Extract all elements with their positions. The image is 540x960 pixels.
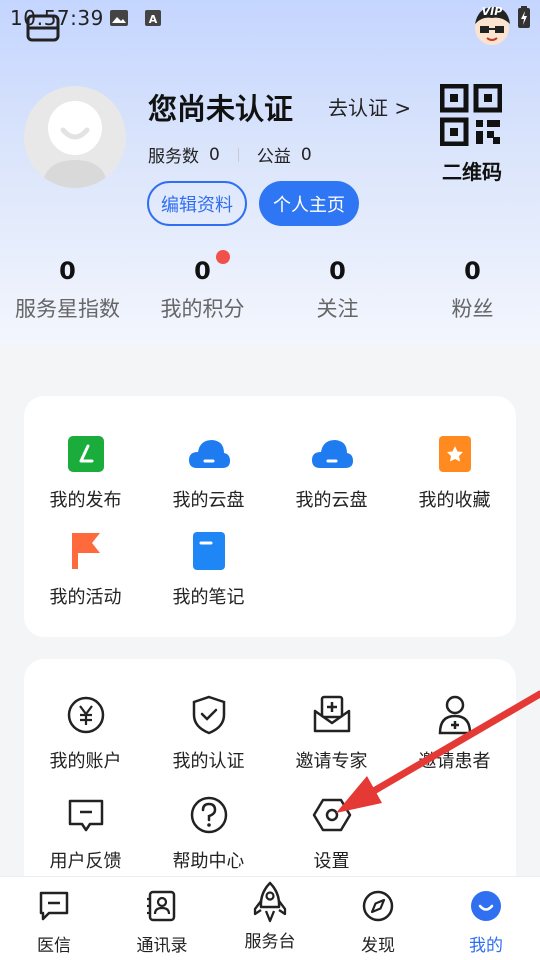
flag-icon (71, 533, 100, 569)
item-label: 我的笔记 (172, 587, 245, 608)
nav-label: 发现 (361, 936, 395, 956)
item-label: 我的认证 (172, 751, 245, 772)
item-label: 用户反馈 (49, 851, 122, 872)
image-notification-icon (110, 10, 128, 26)
invite-expert-icon (313, 695, 350, 733)
feedback-icon (68, 799, 103, 832)
avatar[interactable] (24, 86, 126, 188)
my-favorites-item[interactable]: 我的收藏 (393, 432, 516, 512)
stat-points[interactable]: 0 我的积分 (135, 255, 270, 323)
nav-item-messages[interactable]: 医信 (0, 877, 108, 956)
meta-divider (237, 147, 239, 162)
yuan-icon (67, 696, 104, 734)
nav-label: 通讯录 (136, 936, 188, 956)
services-count: 0 (209, 144, 220, 165)
charity-count: 0 (300, 144, 312, 165)
vip-avatar-icon[interactable]: VIP (466, 2, 518, 46)
my-activities-item[interactable]: 我的活动 (24, 529, 147, 609)
item-label: 邀请患者 (418, 751, 491, 772)
rocket-icon (253, 881, 287, 923)
services-label: 服务数 (148, 147, 199, 167)
my-cloud-item[interactable]: 我的云盘 (147, 432, 270, 512)
homepage-button[interactable]: 个人主页 (259, 181, 359, 226)
charity-label: 公益 (256, 147, 291, 167)
profile-name: 您尚未认证 (148, 92, 294, 126)
nav-label: 服务台 (244, 932, 296, 952)
item-label: 我的活动 (49, 587, 122, 608)
message-icon (39, 891, 69, 921)
cloud-icon (311, 440, 353, 468)
stat-label: 粉丝 (451, 297, 494, 321)
settings-icon (312, 798, 351, 832)
stats-row: 0 服务星指数 0 我的积分 0 关注 0 粉丝 (0, 255, 540, 330)
invite-patient-icon (438, 695, 471, 735)
publish-icon (67, 436, 104, 472)
item-label: 我的发布 (49, 490, 122, 511)
nav-item-contacts[interactable]: 通讯录 (108, 877, 216, 956)
invite-patient-item[interactable]: 邀请患者 (393, 693, 516, 773)
stat-service-stars[interactable]: 0 服务星指数 (0, 255, 135, 323)
stat-label: 服务星指数 (15, 297, 120, 321)
my-notes-item[interactable]: 我的笔记 (147, 529, 270, 609)
points-notification-dot (216, 250, 230, 264)
stat-label: 我的积分 (160, 297, 245, 321)
item-label: 我的云盘 (295, 490, 368, 511)
item-label: 我的云盘 (172, 490, 245, 511)
nav-item-me[interactable]: 我的 (432, 877, 540, 956)
note-icon (192, 532, 225, 570)
favorite-icon (438, 436, 471, 472)
nav-item-service-desk[interactable]: 服务台 (216, 877, 324, 952)
stat-label: 关注 (316, 297, 359, 321)
item-label: 我的收藏 (418, 490, 491, 511)
my-account-item[interactable]: 我的账户 (24, 693, 147, 773)
shield-icon (192, 695, 225, 735)
nav-label: 我的 (469, 936, 503, 956)
nav-label: 医信 (37, 936, 71, 956)
help-icon (190, 796, 227, 834)
qr-code-label[interactable]: 二维码 (432, 156, 512, 185)
battery-icon (518, 6, 530, 28)
me-icon (471, 891, 501, 921)
nav-item-discover[interactable]: 发现 (324, 877, 432, 956)
compass-icon (362, 890, 394, 922)
scan-icon[interactable] (26, 14, 60, 42)
a-notification-icon: A (145, 10, 161, 26)
stat-value: 0 (194, 257, 211, 285)
my-content-card: 我的发布 我的云盘 我的云盘 我的收藏 我的活动 我的笔记 (24, 396, 516, 637)
my-verification-item[interactable]: 我的认证 (147, 693, 270, 773)
item-label: 邀请专家 (295, 751, 368, 772)
invite-expert-item[interactable]: 邀请专家 (270, 693, 393, 773)
stat-followers[interactable]: 0 粉丝 (405, 255, 540, 323)
stat-value: 0 (329, 257, 346, 285)
bottom-nav: 医信 通讯录 服务台 发现 我的 (0, 876, 540, 960)
my-cloud-item-2[interactable]: 我的云盘 (270, 432, 393, 512)
edit-profile-button[interactable]: 编辑资料 (147, 181, 247, 226)
qr-code-icon[interactable] (440, 84, 502, 146)
user-feedback-item[interactable]: 用户反馈 (24, 793, 147, 873)
my-publish-item[interactable]: 我的发布 (24, 432, 147, 512)
cloud-icon (188, 440, 230, 468)
svg-text:A: A (149, 13, 158, 26)
default-avatar-icon (42, 101, 108, 188)
stat-value: 0 (59, 257, 76, 285)
verify-link[interactable]: 去认证 > (328, 92, 411, 121)
vip-badge: VIP (482, 5, 503, 18)
stat-value: 0 (464, 257, 481, 285)
item-label: 我的账户 (49, 751, 122, 772)
contacts-icon (147, 890, 176, 922)
stat-following[interactable]: 0 关注 (270, 255, 405, 323)
profile-meta: 服务数 0 公益 0 (148, 142, 312, 168)
